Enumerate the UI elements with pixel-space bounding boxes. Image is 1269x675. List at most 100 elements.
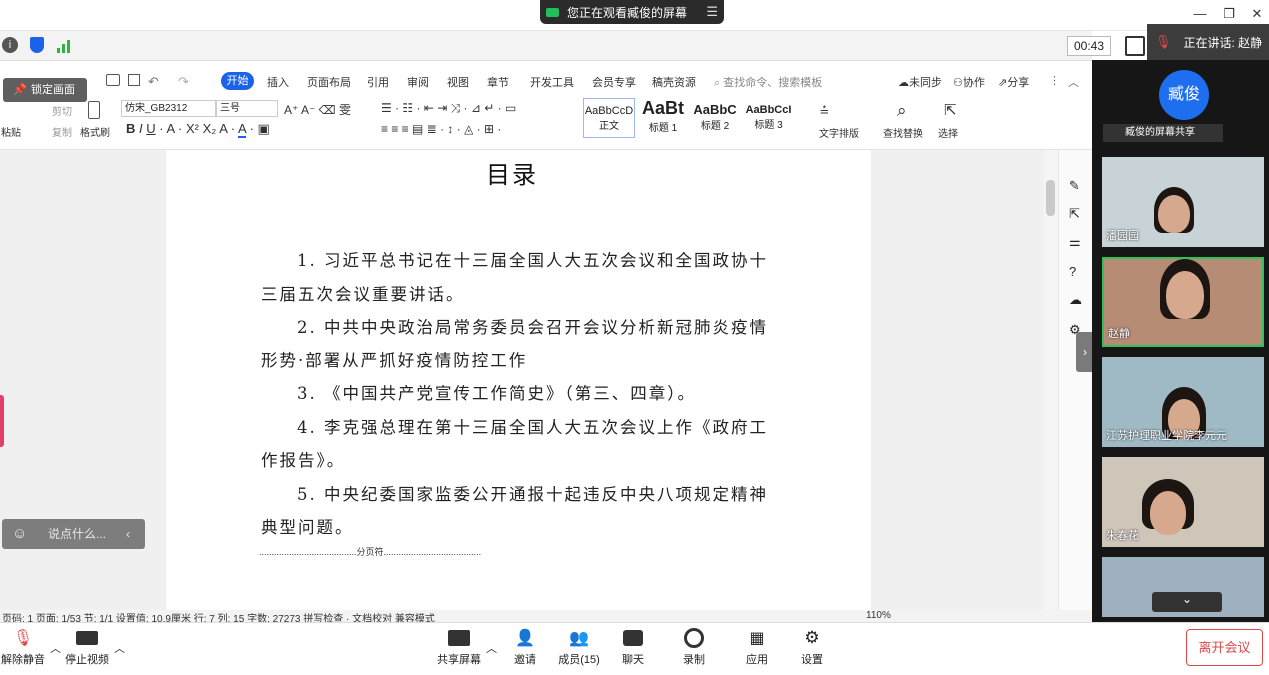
layout-icon[interactable] <box>1125 36 1145 56</box>
muted-mic-icon: 🎙 <box>12 630 34 647</box>
participant-tile[interactable]: 江苏护理职业学院李元元 <box>1102 357 1264 447</box>
menu-icon[interactable]: ☰ <box>706 4 718 20</box>
format-painter-button[interactable]: 格式刷 <box>80 124 110 139</box>
tab-start[interactable]: 开始 <box>221 72 254 90</box>
sharer-label: 臧俊的屏幕共享 <box>1103 124 1223 142</box>
invite-button[interactable]: 👤 邀请 <box>506 628 544 667</box>
floating-tab[interactable] <box>0 395 4 447</box>
collab-button[interactable]: ⚇协作 <box>953 74 985 90</box>
scrollbar-thumb[interactable] <box>1046 180 1055 216</box>
close-icon[interactable]: ✕ <box>1247 6 1267 24</box>
pointer-icon[interactable]: ⇱ <box>1069 206 1080 222</box>
vertical-scrollbar[interactable] <box>1044 150 1058 610</box>
chevron-down-icon[interactable]: ⌄ <box>1152 592 1222 612</box>
list-tools[interactable]: ☰ · ☷ · ⇤ ⇥ ⤨ · ⊿ ↵ · ▭ <box>381 101 516 116</box>
tab-review[interactable]: 审阅 <box>407 74 429 90</box>
help-icon[interactable]: ? <box>1069 264 1076 279</box>
participant-name: 潘园园 <box>1106 230 1139 242</box>
style-heading-2[interactable]: AaBbC 标题 2 <box>689 98 741 138</box>
zoom-level[interactable]: 110% <box>866 610 891 621</box>
participant-tile-active[interactable]: 赵静 <box>1102 257 1264 347</box>
chat-input[interactable]: ☺ 说点什么... ‹ <box>2 519 145 549</box>
security-shield-icon[interactable] <box>30 37 44 53</box>
side-toolbar: ✎ ⇱ ⚌ ? ☁ ⚙ <box>1058 150 1092 610</box>
collapse-ribbon-icon[interactable]: ︿ <box>1068 74 1079 90</box>
command-search[interactable]: ⌕ 查找命令、搜索模板 <box>714 74 822 90</box>
meeting-info-bar: i <box>0 31 1092 61</box>
minimize-icon[interactable]: — <box>1190 6 1210 24</box>
font-grow-icon[interactable]: A⁺ A⁻ ⌫ 雯 <box>284 101 351 118</box>
paragraph-align-tools[interactable]: ≡ ≡ ≡ ▤ ≣ · ↕ · ◬ · ⊞ · <box>381 122 501 136</box>
paste-button[interactable]: 粘贴 <box>1 124 21 139</box>
sync-status[interactable]: ☁未同步 <box>898 74 942 90</box>
chevron-left-icon[interactable]: ‹ <box>126 519 130 549</box>
cloud-icon: ☁ <box>898 77 909 89</box>
style-normal[interactable]: AaBbCcD 正文 <box>583 98 635 138</box>
cursor-icon: ⇱ <box>944 102 957 119</box>
chat-button[interactable]: 聊天 <box>617 628 649 667</box>
preview-icon[interactable] <box>128 74 140 86</box>
tab-resources[interactable]: 稿壳资源 <box>652 74 696 90</box>
redo-icon[interactable]: ↷ <box>178 74 189 90</box>
select-button[interactable]: 选择 <box>938 125 958 140</box>
pin-icon: 📌 <box>13 84 27 96</box>
pen-icon[interactable]: ✎ <box>1069 178 1080 194</box>
restore-icon[interactable]: ❐ <box>1219 6 1239 24</box>
members-button[interactable]: 👥 成员(15) <box>556 628 602 667</box>
chevron-up-icon[interactable]: ︿ <box>486 640 497 656</box>
leave-meeting-button[interactable]: 离开会议 <box>1186 629 1263 666</box>
tab-member[interactable]: 会员专享 <box>592 74 636 90</box>
sliders-icon[interactable]: ⚌ <box>1069 234 1081 250</box>
tab-section[interactable]: 章节 <box>487 74 509 90</box>
record-label: 录制 <box>683 654 705 666</box>
screen-share-banner[interactable]: 您正在观看臧俊的屏幕 ☰ <box>540 0 724 24</box>
right-margin <box>871 150 1044 610</box>
text-format-tools[interactable]: B I U · A · X² X₂ A · A · ▣ <box>126 121 270 138</box>
participant-tile[interactable]: 朱春花 <box>1102 457 1264 547</box>
gear-icon: ⚙ <box>804 628 820 647</box>
tab-references[interactable]: 引用 <box>367 74 389 90</box>
find-replace-button[interactable]: 查找替换 <box>883 125 923 140</box>
style-h3-preview: AaBbCcI <box>745 104 792 116</box>
tab-developer[interactable]: 开发工具 <box>530 74 574 90</box>
more-icon[interactable]: ⋮ <box>1049 74 1060 87</box>
font-family-select[interactable]: 仿宋_GB2312 <box>121 100 216 117</box>
share-screen-button[interactable]: 共享屏幕 <box>436 628 482 667</box>
tab-view[interactable]: 视图 <box>447 74 469 90</box>
copy-button[interactable]: 复制 <box>52 124 72 139</box>
font-size-select[interactable]: 三号 <box>216 100 278 117</box>
chevron-up-icon[interactable]: ︿ <box>114 640 125 656</box>
chat-placeholder: 说点什么... <box>48 527 107 541</box>
stop-video-button[interactable]: 停止视频 <box>64 628 110 667</box>
record-button[interactable]: 录制 <box>678 628 710 667</box>
participant-name: 赵静 <box>1108 328 1130 340</box>
unmute-label: 解除静音 <box>1 654 45 666</box>
chevron-up-icon[interactable]: ︿ <box>50 640 61 656</box>
text-layout-button[interactable]: 文字排版 <box>819 125 859 140</box>
print-icon[interactable] <box>106 74 120 86</box>
participant-tile[interactable]: 潘园园 <box>1102 157 1264 247</box>
add-user-icon: 👤 <box>515 630 535 647</box>
apps-button[interactable]: ▦ 应用 <box>741 628 773 667</box>
style-h1-label: 标题 1 <box>648 123 678 134</box>
cloud-upload-icon[interactable]: ☁ <box>1069 292 1082 308</box>
tab-insert[interactable]: 插入 <box>267 74 289 90</box>
settings-button[interactable]: ⚙ 设置 <box>796 628 828 667</box>
signal-icon[interactable] <box>56 39 72 53</box>
emoji-icon[interactable]: ☺ <box>12 519 27 549</box>
settings-label: 设置 <box>801 654 823 666</box>
style-heading-3[interactable]: AaBbCcI 标题 3 <box>741 98 796 138</box>
unmute-button[interactable]: 🎙 解除静音 <box>0 628 46 667</box>
lock-screen-button[interactable]: 📌 锁定画面 <box>3 78 87 102</box>
undo-icon[interactable]: ↶ <box>148 74 159 90</box>
paragraph-4: 4. 李克强总理在第十三届全国人大五次会议上作《政府工 <box>297 418 768 437</box>
speaking-indicator: 🎙 正在讲话: 赵静 <box>1147 24 1269 60</box>
stop-video-label: 停止视频 <box>65 654 109 666</box>
share-icon: ⇗ <box>998 77 1008 89</box>
info-icon[interactable]: i <box>2 37 18 53</box>
tab-page-layout[interactable]: 页面布局 <box>307 74 351 90</box>
document-title: 目录 <box>486 161 538 189</box>
share-button[interactable]: ⇗分享 <box>998 74 1029 90</box>
cut-button[interactable]: 剪切 <box>52 103 72 118</box>
style-heading-1[interactable]: AaBt 标题 1 <box>637 98 689 138</box>
